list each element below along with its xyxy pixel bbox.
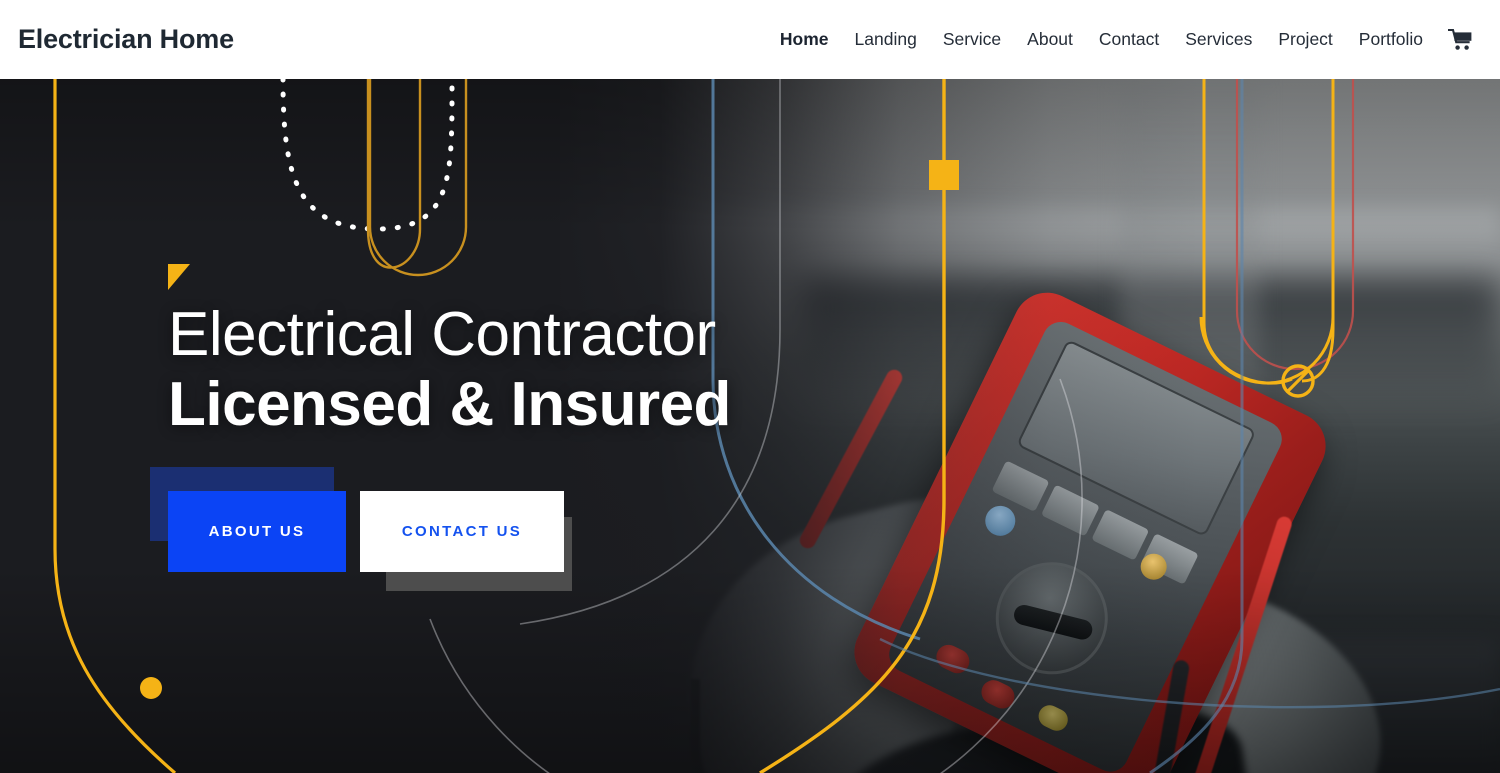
- nav-item-home[interactable]: Home: [767, 30, 842, 49]
- shopping-cart-icon[interactable]: [1444, 23, 1478, 57]
- nav-item-service[interactable]: Service: [930, 30, 1014, 49]
- yellow-dot-marker: [140, 677, 162, 699]
- hero-content: Electrical Contractor Licensed & Insured…: [150, 264, 731, 601]
- about-us-button-wrap: ABOUT US: [150, 467, 346, 573]
- contact-us-button-wrap: CONTACT US: [360, 491, 572, 592]
- nav-item-project[interactable]: Project: [1265, 30, 1345, 49]
- nav-item-contact[interactable]: Contact: [1086, 30, 1172, 49]
- contact-us-button[interactable]: CONTACT US: [360, 491, 564, 573]
- hero-cta-row: ABOUT US CONTACT US: [150, 467, 731, 601]
- page-root: Electrician Home Home Landing Service Ab…: [0, 0, 1500, 773]
- yellow-square-marker: [929, 160, 959, 190]
- site-header: Electrician Home Home Landing Service Ab…: [0, 0, 1500, 79]
- about-us-button[interactable]: ABOUT US: [168, 491, 346, 573]
- main-navigation: Home Landing Service About Contact Servi…: [767, 23, 1478, 57]
- brand-logo[interactable]: Electrician Home: [18, 24, 234, 55]
- hero-title-line-1: Electrical Contractor: [168, 300, 716, 369]
- nav-item-services[interactable]: Services: [1172, 30, 1265, 49]
- nav-item-portfolio[interactable]: Portfolio: [1346, 30, 1436, 49]
- hero-title-line-2: Licensed & Insured: [168, 369, 731, 439]
- yellow-triangle-icon: [168, 264, 190, 290]
- nav-item-about[interactable]: About: [1014, 30, 1086, 49]
- hero-section: Electrical Contractor Licensed & Insured…: [0, 79, 1500, 773]
- nav-item-landing[interactable]: Landing: [842, 30, 930, 49]
